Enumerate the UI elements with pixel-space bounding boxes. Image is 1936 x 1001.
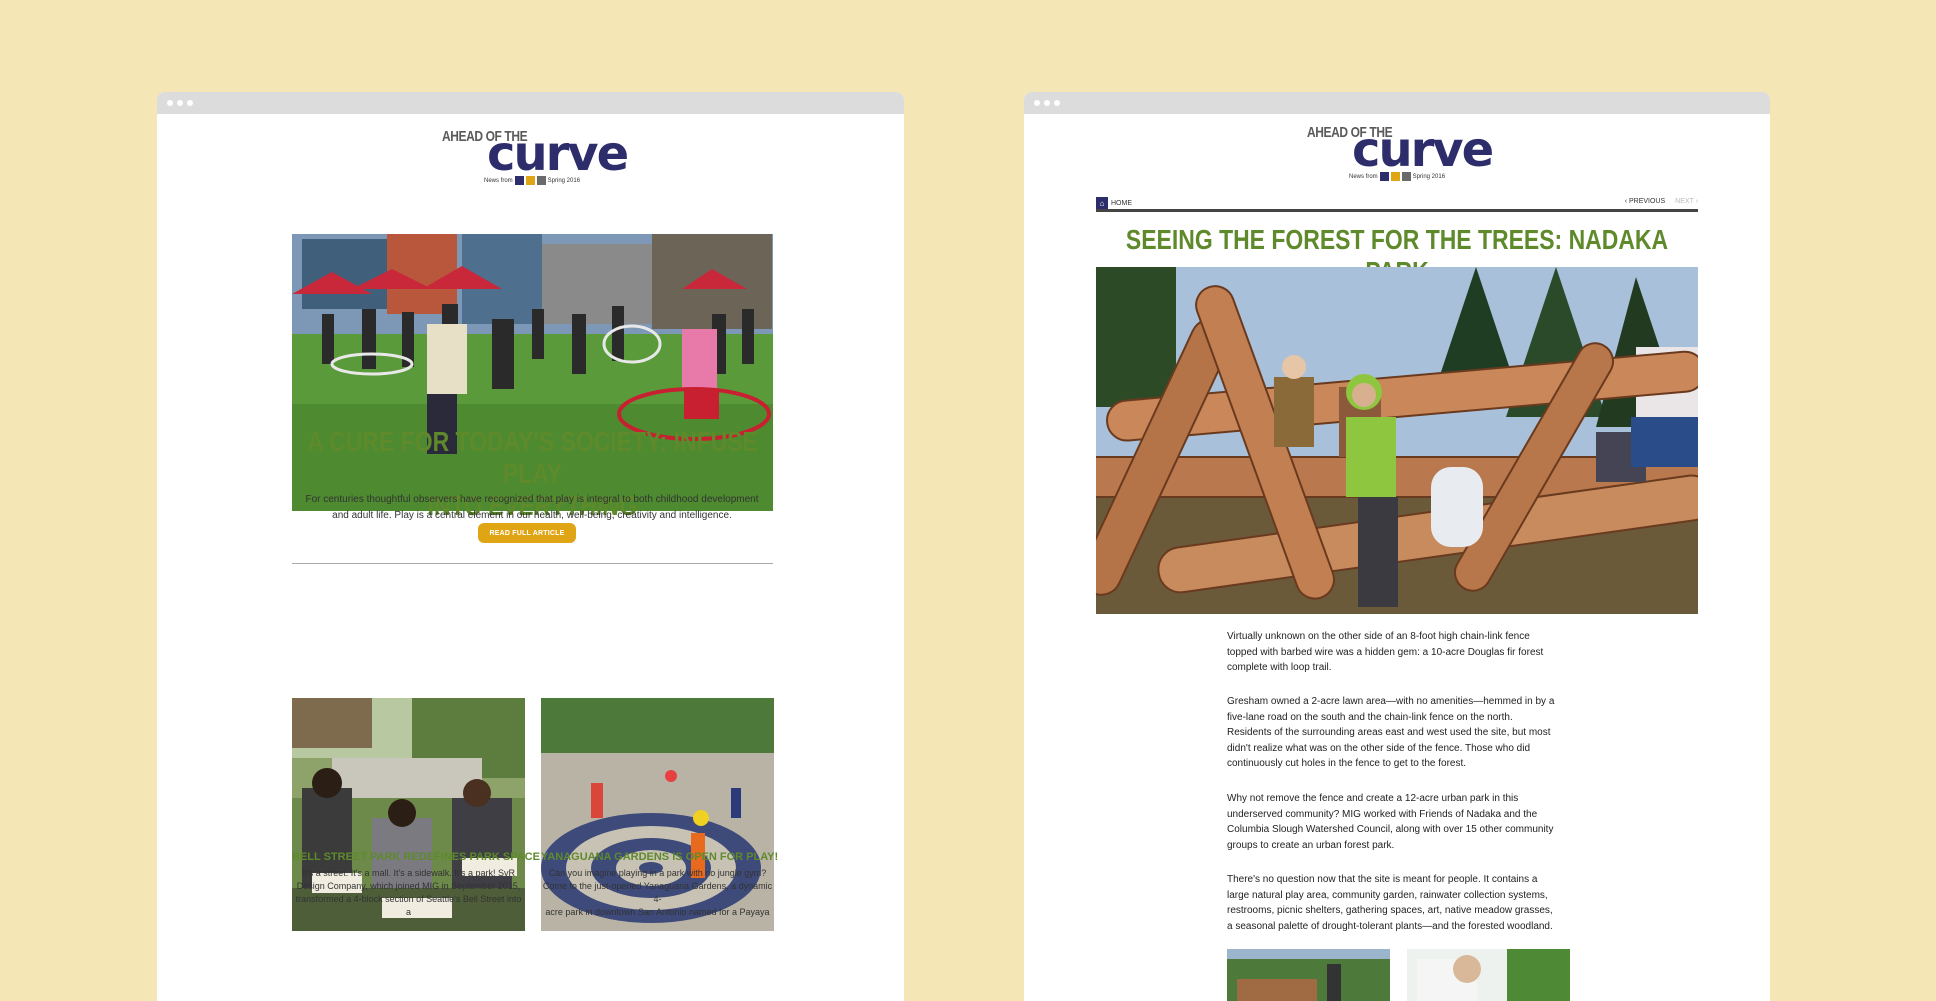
window-dot [1054, 100, 1060, 106]
window-dot [1034, 100, 1040, 106]
logo-tagline: News from Spring 2016 [484, 176, 581, 185]
newsletter-window-right: AHEAD OF THE curve News from Spring 2016… [1024, 92, 1770, 1001]
newsletter-logo[interactable]: AHEAD OF THE curve News from Spring 2016 [442, 128, 629, 185]
mig-logo-block [1379, 172, 1389, 181]
mig-logo-block [536, 176, 546, 185]
mig-logo-block [1401, 172, 1411, 181]
article-paragraph: Virtually unknown on the other side of a… [1227, 631, 1544, 673]
article-paragraph: Gresham owned a 2-acre lawn area—with no… [1227, 696, 1555, 769]
nadaka-play-structure-photo[interactable] [1227, 949, 1390, 1001]
read-full-article-button[interactable]: READ FULL ARTICLE [478, 523, 576, 543]
mig-logo-block [1390, 172, 1400, 181]
nadaka-community-garden-photo[interactable] [1407, 949, 1570, 1001]
mig-logo-block [514, 176, 524, 185]
card-excerpt-yanaguana: Can you imagine playing in a park with n… [542, 868, 773, 917]
pagination: ‹ PREVIOUS NEXT › [1625, 198, 1698, 205]
window-titlebar [157, 92, 904, 114]
feature-summary: For centuries thoughtful observers have … [305, 494, 759, 521]
section-divider [292, 563, 773, 564]
card-title-yanaguana[interactable]: YANAGUANA GARDENS IS OPEN FOR PLAY! [541, 851, 778, 863]
mig-logo-block [525, 176, 535, 185]
article-paragraph: Why not remove the fence and create a 12… [1227, 793, 1554, 851]
window-dot [167, 100, 173, 106]
newsletter-window-left: AHEAD OF THE curve News from Spring 2016 [157, 92, 904, 1001]
newsletter-logo[interactable]: AHEAD OF THE curve News from Spring 2016 [1307, 124, 1494, 181]
window-dot [187, 100, 193, 106]
article-paragraph: There's no question now that the site is… [1227, 874, 1553, 932]
window-titlebar [1024, 92, 1770, 114]
nadaka-park-photo[interactable] [1096, 267, 1698, 614]
home-icon: ⌂ [1096, 197, 1108, 209]
next-link[interactable]: NEXT › [1675, 198, 1698, 205]
card-title-bell-street[interactable]: BELL STREET PARK REDEFINES PARK SPACE [292, 851, 540, 863]
logo-tagline: News from Spring 2016 [1349, 172, 1446, 181]
card-excerpt-bell-street: It's a street. It's a mall. It's a sidew… [295, 868, 522, 917]
home-link[interactable]: ⌂ HOME [1096, 197, 1132, 209]
window-dot [1044, 100, 1050, 106]
window-dot [177, 100, 183, 106]
previous-link[interactable]: ‹ PREVIOUS [1625, 198, 1665, 205]
article-nav-bar: ⌂ HOME ‹ PREVIOUS NEXT › [1096, 196, 1698, 212]
